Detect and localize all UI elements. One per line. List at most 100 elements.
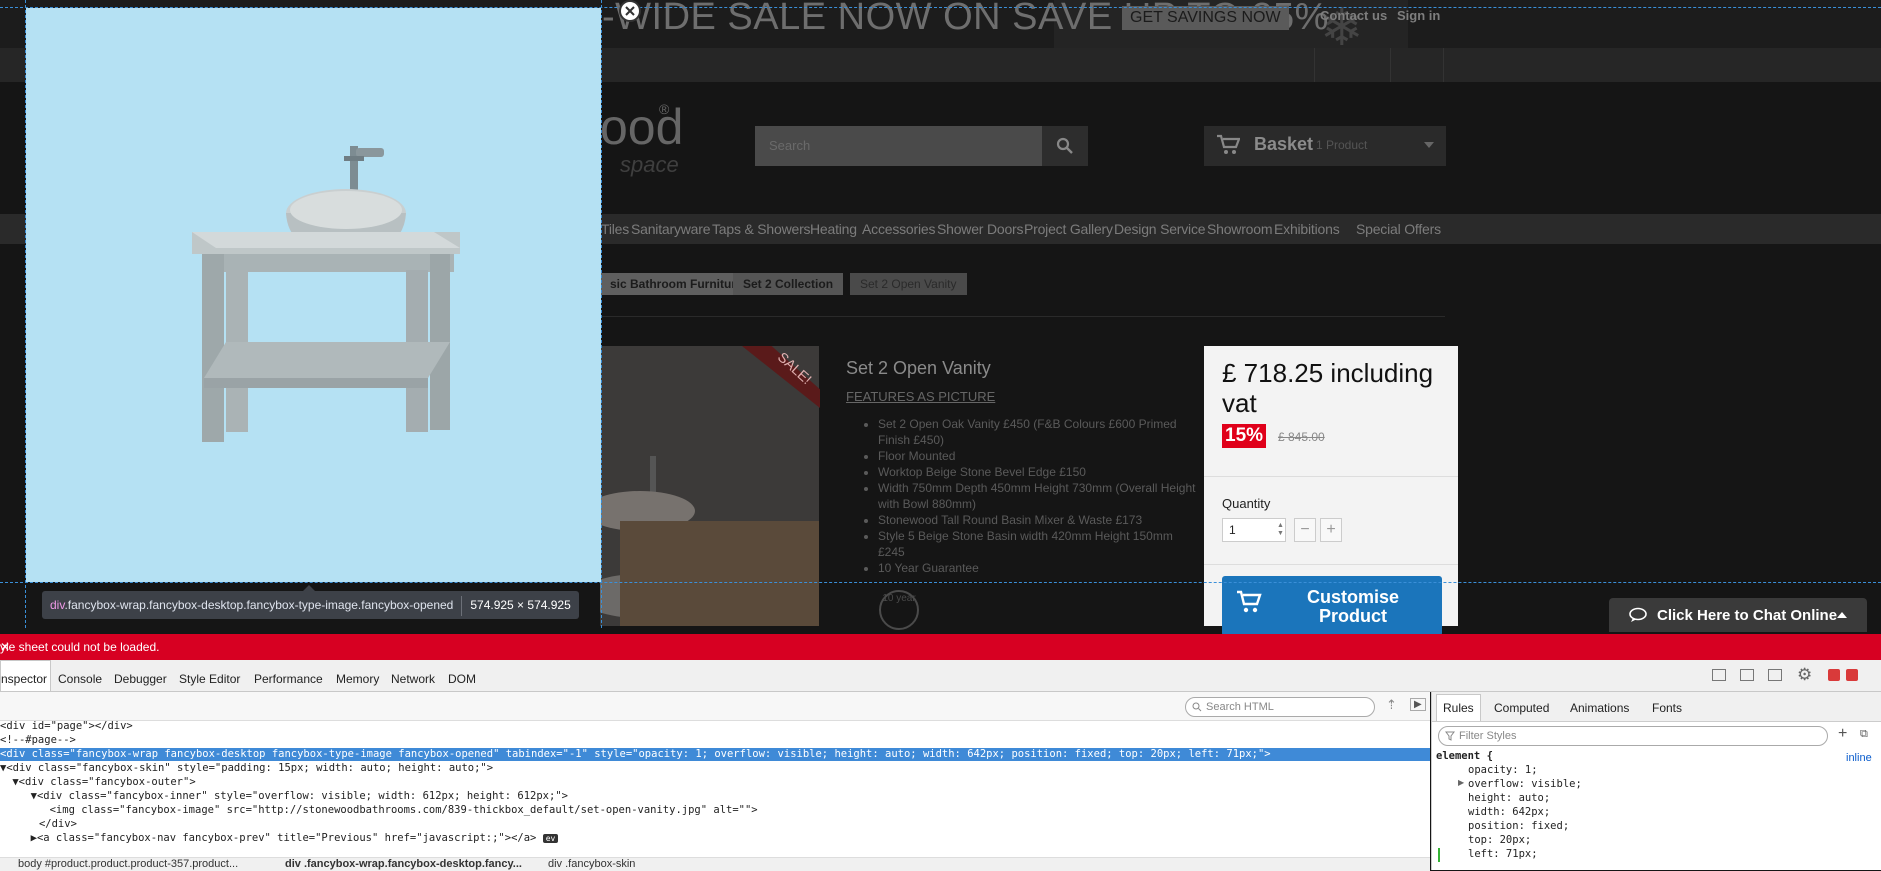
breadcrumb-current: Set 2 Open Vanity [850, 273, 967, 295]
list-item: Style 5 Beige Stone Basin width 420mm He… [878, 528, 1198, 560]
pick-element-icon[interactable]: ⇡ [1386, 697, 1397, 713]
chat-label: Click Here to Chat Online [1657, 607, 1838, 624]
tab-console[interactable]: Console [58, 672, 102, 686]
rules-panel: Rules Computed Animations Fonts Filter S… [1431, 692, 1881, 870]
html-line[interactable]: ▼<div class="fancybox-outer"> [0, 776, 1436, 789]
nav-item-design-service[interactable]: Design Service [1114, 221, 1206, 237]
filter-icon [1445, 731, 1455, 741]
quantity-input[interactable]: 1 ▲ ▼ [1222, 518, 1286, 542]
close-icon[interactable]: ✕ [0, 641, 10, 653]
breadcrumb-item[interactable]: Set 2 Collection [733, 273, 844, 295]
window-close-icon[interactable] [1846, 669, 1858, 681]
search-html-input[interactable]: Search HTML [1185, 697, 1375, 717]
nav-item-taps-showers[interactable]: Taps & Showers [712, 221, 811, 237]
logo-registered-mark: ® [659, 101, 670, 117]
breadcrumb-item[interactable]: sic Bathroom Furniture [600, 273, 753, 295]
rule-selector: element { [1436, 750, 1493, 762]
html-line[interactable]: </div> [0, 818, 1450, 831]
chat-button[interactable]: Click Here to Chat Online [1609, 598, 1867, 632]
tab-network[interactable]: Network [391, 672, 435, 686]
nav-item-exhibitions[interactable]: Exhibitions [1274, 221, 1340, 237]
top-divider [1390, 48, 1391, 82]
features-link[interactable]: FEATURES AS PICTURE [846, 389, 995, 404]
list-item: Set 2 Open Oak Vanity £450 (F&B Colours … [878, 416, 1198, 448]
nav-item-tiles[interactable]: Tiles [601, 221, 629, 237]
html-line[interactable]: <div id="page"></div> [0, 720, 1430, 733]
search-button[interactable] [1042, 126, 1088, 166]
product-title: Set 2 Open Vanity [846, 358, 991, 378]
breadcrumb-item[interactable]: div .fancybox-wrap.fancybox-desktop.fanc… [285, 858, 522, 871]
html-line[interactable]: ▶<a class="fancybox-nav fancybox-prev" t… [0, 832, 559, 845]
search-input[interactable]: Search [755, 126, 1042, 166]
tab-inspector[interactable]: nspector [0, 660, 52, 691]
tab-debugger[interactable]: Debugger [114, 672, 167, 686]
error-bar: yle sheet could not be loaded. ✕ [0, 634, 1881, 660]
infobar-dimensions: 574.925 × 574.925 [470, 598, 571, 612]
tab-performance[interactable]: Performance [254, 672, 323, 686]
quantity-increase-button[interactable]: + [1320, 518, 1342, 542]
contact-us-link[interactable]: Contact us [1320, 8, 1387, 23]
fancybox-lightbox[interactable] [26, 0, 641, 582]
list-item: Worktop Beige Stone Bevel Edge £150 [878, 464, 1198, 480]
tab-animations[interactable]: Animations [1570, 701, 1629, 715]
rule-property[interactable]: overflow: visible; [1468, 778, 1582, 791]
nav-item-project-gallery[interactable]: Project Gallery [1024, 221, 1113, 237]
html-toolbar: Search HTML ⇡ ▶ [0, 692, 1430, 721]
html-line[interactable]: ▼<div class="fancybox-skin" style="paddi… [0, 762, 1430, 775]
close-icon [625, 6, 635, 16]
close-button[interactable] [619, 0, 641, 22]
split-console-icon[interactable] [1712, 669, 1726, 681]
tab-computed[interactable]: Computed [1494, 701, 1549, 715]
breadcrumb-item[interactable]: body #product.product.product-357.produc… [18, 858, 238, 871]
filter-styles-input[interactable]: Filter Styles [1438, 726, 1828, 746]
event-badge[interactable]: ev [542, 834, 559, 843]
basket-count: 1 Product [1316, 138, 1368, 152]
cart-icon [1237, 590, 1262, 613]
rule-source[interactable]: inline [1846, 752, 1872, 765]
price-card: £ 718.25 including vat 15% £ 845.00 Quan… [1204, 346, 1458, 636]
breadcrumb-item[interactable]: div .fancybox-skin [548, 858, 635, 871]
sign-in-link[interactable]: Sign in [1397, 8, 1440, 23]
nav-item-special-offers[interactable]: Special Offers [1356, 221, 1441, 237]
nav-item-sanitaryware[interactable]: Sanitaryware [631, 221, 711, 237]
tab-memory[interactable]: Memory [336, 672, 379, 686]
nav-item-shower-doors[interactable]: Shower Doors [937, 221, 1024, 237]
dock-icon[interactable] [1768, 669, 1782, 681]
expand-arrow-icon[interactable]: ▶ [1458, 778, 1464, 787]
rules-tabs: Rules Computed Animations Fonts [1432, 692, 1881, 722]
gear-icon[interactable]: ⚙ [1797, 665, 1812, 685]
tab-style-editor[interactable]: Style Editor [179, 672, 240, 686]
html-line[interactable]: <img class="fancybox-image" src="http://… [0, 804, 1448, 817]
tab-fonts[interactable]: Fonts [1652, 701, 1682, 715]
add-rule-icon[interactable]: + [1838, 725, 1847, 743]
expand-arrow-icon[interactable]: ▶ [1410, 698, 1426, 711]
html-breadcrumbs: body #product.product.product-357.produc… [0, 857, 1430, 871]
quantity-decrease-button[interactable]: − [1294, 518, 1316, 542]
html-line[interactable]: ▼<div class="fancybox-inner" style="over… [0, 790, 1448, 803]
toggle-pseudo-classes-icon[interactable]: ⧉ [1860, 728, 1868, 741]
nav-item-accessories[interactable]: Accessories [862, 221, 935, 237]
logo-text[interactable]: ood [600, 98, 683, 156]
get-savings-button[interactable]: GET SAVINGS NOW [1122, 6, 1289, 30]
nav-item-showroom[interactable]: Showroom [1207, 221, 1273, 237]
console-toggle-icon[interactable] [1740, 669, 1754, 681]
rule-property[interactable]: left: 71px; [1468, 848, 1538, 861]
changed-marker [1438, 848, 1440, 862]
quantity-value: 1 [1229, 523, 1236, 537]
quantity-label: Quantity [1222, 496, 1271, 511]
html-line[interactable]: <!--#page--> [0, 734, 1430, 747]
window-minimize-icon[interactable] [1828, 669, 1840, 681]
customise-product-button[interactable]: Customise Product [1222, 576, 1442, 636]
rule-property[interactable]: top: 20px; [1468, 834, 1531, 847]
html-line-selected[interactable]: <div class="fancybox-wrap fancybox-deskt… [0, 748, 1430, 761]
tab-rules[interactable]: Rules [1436, 694, 1481, 721]
rule-property[interactable]: width: 642px; [1468, 806, 1550, 819]
product-image[interactable] [580, 346, 820, 626]
rule-property[interactable]: position: fixed; [1468, 820, 1569, 833]
rule-property[interactable]: height: auto; [1468, 792, 1550, 805]
rule-property[interactable]: opacity: 1; [1468, 764, 1538, 777]
quantity-spinner-icon[interactable]: ▲ ▼ [1277, 522, 1285, 538]
tab-dom[interactable]: DOM [448, 672, 476, 686]
basket-button[interactable]: Basket 1 Product [1204, 126, 1446, 166]
nav-item-heating[interactable]: Heating [810, 221, 857, 237]
